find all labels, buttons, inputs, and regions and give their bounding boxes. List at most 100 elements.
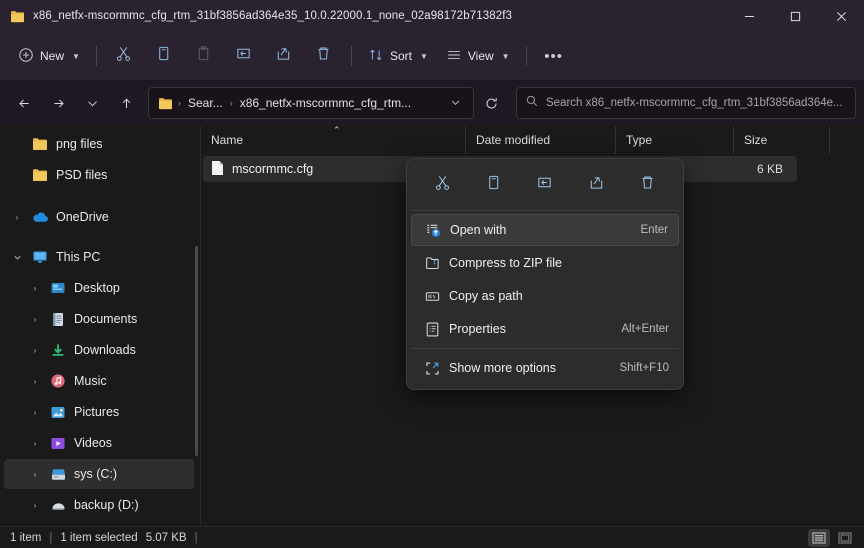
column-label: Type <box>626 133 653 147</box>
context-menu: Open with Enter Compress to ZIP file Cop… <box>406 158 684 390</box>
chevron-right-icon[interactable]: › <box>6 213 28 222</box>
context-menu-item-label: Open with <box>450 223 507 237</box>
share-button[interactable] <box>265 40 303 72</box>
column-header-type[interactable]: Type <box>616 126 734 154</box>
more-options-button[interactable]: ••• <box>535 40 573 72</box>
context-menu-item-accel: Alt+Enter <box>621 323 669 335</box>
chevron-right-icon[interactable]: › <box>24 377 46 386</box>
plus-circle-icon <box>18 47 34 66</box>
disk-icon <box>46 499 70 511</box>
search-placeholder: Search x86_netfx-mscormmc_cfg_rtm_31bf38… <box>546 97 843 109</box>
maximize-button[interactable] <box>772 0 818 32</box>
share-icon <box>588 174 605 196</box>
context-menu-item-label: Show more options <box>449 361 557 375</box>
toolbar-divider <box>95 46 97 66</box>
chevron-right-icon[interactable]: › <box>24 439 46 448</box>
sidebar-item-this-pc[interactable]: This PC <box>4 242 194 272</box>
close-button[interactable] <box>818 0 864 32</box>
chevron-right-icon[interactable]: › <box>24 284 46 293</box>
delete-button[interactable] <box>305 40 343 72</box>
back-button[interactable] <box>8 87 40 119</box>
chevron-right-icon[interactable]: › <box>24 408 46 417</box>
ellipsis-icon: ••• <box>544 47 563 65</box>
chevron-right-icon[interactable]: › <box>24 501 46 510</box>
context-menu-separator-2 <box>411 348 679 349</box>
column-header-date-modified[interactable]: Date modified <box>466 126 616 154</box>
view-button[interactable]: View ▼ <box>438 40 518 72</box>
column-header-size[interactable]: Size <box>734 126 830 154</box>
forward-button[interactable] <box>42 87 74 119</box>
sidebar-item-label: Documents <box>74 312 138 326</box>
cut-icon-button[interactable] <box>425 169 461 201</box>
status-separator-2: | <box>194 531 198 544</box>
search-input[interactable]: Search x86_netfx-mscormmc_cfg_rtm_31bf38… <box>516 87 856 119</box>
up-button[interactable] <box>110 87 142 119</box>
column-header-name[interactable]: ⌃ Name <box>201 125 466 154</box>
paste-button[interactable] <box>185 40 223 72</box>
recent-locations-button[interactable] <box>76 87 108 119</box>
sidebar-item-downloads[interactable]: › Downloads <box>4 335 194 365</box>
sidebar-item-onedrive[interactable]: › OneDrive <box>4 202 194 232</box>
details-view-button[interactable] <box>808 528 830 547</box>
column-label: Size <box>744 133 768 147</box>
refresh-button[interactable] <box>476 88 506 118</box>
rename-icon <box>536 174 553 196</box>
copy-icon-button[interactable] <box>476 169 512 201</box>
sidebar-item-desktop[interactable]: › Desktop <box>4 273 194 303</box>
cut-button[interactable] <box>105 40 143 72</box>
file-explorer-window: x86_netfx-mscormmc_cfg_rtm_31bf3856ad364… <box>0 0 864 548</box>
context-menu-item-compress-zip[interactable]: Compress to ZIP file <box>411 247 679 279</box>
share-icon-button[interactable] <box>578 169 614 201</box>
copy-path-icon <box>419 288 445 305</box>
rename-icon-button[interactable] <box>527 169 563 201</box>
sidebar-item-pictures[interactable]: › Pictures <box>4 397 194 427</box>
videos-icon <box>46 436 70 451</box>
chevron-down-icon[interactable] <box>6 253 28 262</box>
status-bar: 1 item | 1 item selected 5.07 KB | <box>0 526 864 548</box>
breadcrumb[interactable]: › Sear... › x86_netfx-mscormmc_cfg_rtm..… <box>148 87 474 119</box>
chevron-down-icon: ▼ <box>501 51 510 61</box>
sidebar-item-music[interactable]: › Music <box>4 366 194 396</box>
sidebar-item-documents[interactable]: › Documents <box>4 304 194 334</box>
context-menu-item-open-with[interactable]: Open with Enter <box>411 214 679 246</box>
view-toggles <box>808 528 856 547</box>
sidebar-item-sys-c[interactable]: › sys (C:) <box>4 459 194 489</box>
more-options-icon <box>419 360 445 377</box>
sort-button[interactable]: Sort ▼ <box>360 40 436 72</box>
address-bar: › Sear... › x86_netfx-mscormmc_cfg_rtm..… <box>0 80 864 126</box>
sidebar-scrollbar[interactable] <box>195 246 198 456</box>
context-menu-item-copy-as-path[interactable]: Copy as path <box>411 280 679 312</box>
sidebar-item-png-files[interactable]: png files <box>4 129 194 159</box>
sidebar-item-backup-d[interactable]: › backup (D:) <box>4 490 194 520</box>
sidebar-item-videos[interactable]: › Videos <box>4 428 194 458</box>
copy-button[interactable] <box>145 40 183 72</box>
new-button[interactable]: New ▼ <box>10 40 88 72</box>
chevron-right-icon[interactable]: › <box>24 315 46 324</box>
breadcrumb-item-1[interactable]: x86_netfx-mscormmc_cfg_rtm... <box>235 93 416 113</box>
command-toolbar: New ▼ Sort ▼ View ▼ ••• <box>0 32 864 80</box>
folder-icon <box>10 10 25 23</box>
breadcrumb-folder-icon <box>155 97 176 110</box>
context-menu-item-label: Properties <box>449 322 506 336</box>
documents-icon <box>46 312 70 327</box>
sidebar-item-psd-files[interactable]: PSD files <box>4 160 194 190</box>
chevron-right-icon[interactable]: › <box>24 346 46 355</box>
pictures-icon <box>46 405 70 420</box>
downloads-icon <box>46 343 70 358</box>
breadcrumb-dropdown-icon[interactable] <box>444 93 467 114</box>
minimize-button[interactable] <box>726 0 772 32</box>
rename-button[interactable] <box>225 40 263 72</box>
delete-icon-button[interactable] <box>629 169 665 201</box>
sidebar-item-label: Pictures <box>74 405 120 419</box>
context-menu-item-properties[interactable]: Properties Alt+Enter <box>411 313 679 345</box>
sidebar-item-label: This PC <box>56 250 101 264</box>
large-icons-view-button[interactable] <box>834 529 856 547</box>
context-menu-item-show-more-options[interactable]: Show more options Shift+F10 <box>411 352 679 384</box>
view-label: View <box>467 49 494 63</box>
selection-size-label: 5.07 KB <box>145 531 187 544</box>
breadcrumb-item-0[interactable]: Sear... <box>183 93 228 113</box>
sidebar-item-label: png files <box>56 137 103 151</box>
context-menu-item-label: Copy as path <box>449 289 523 303</box>
music-icon <box>46 373 70 389</box>
chevron-right-icon[interactable]: › <box>24 470 46 479</box>
